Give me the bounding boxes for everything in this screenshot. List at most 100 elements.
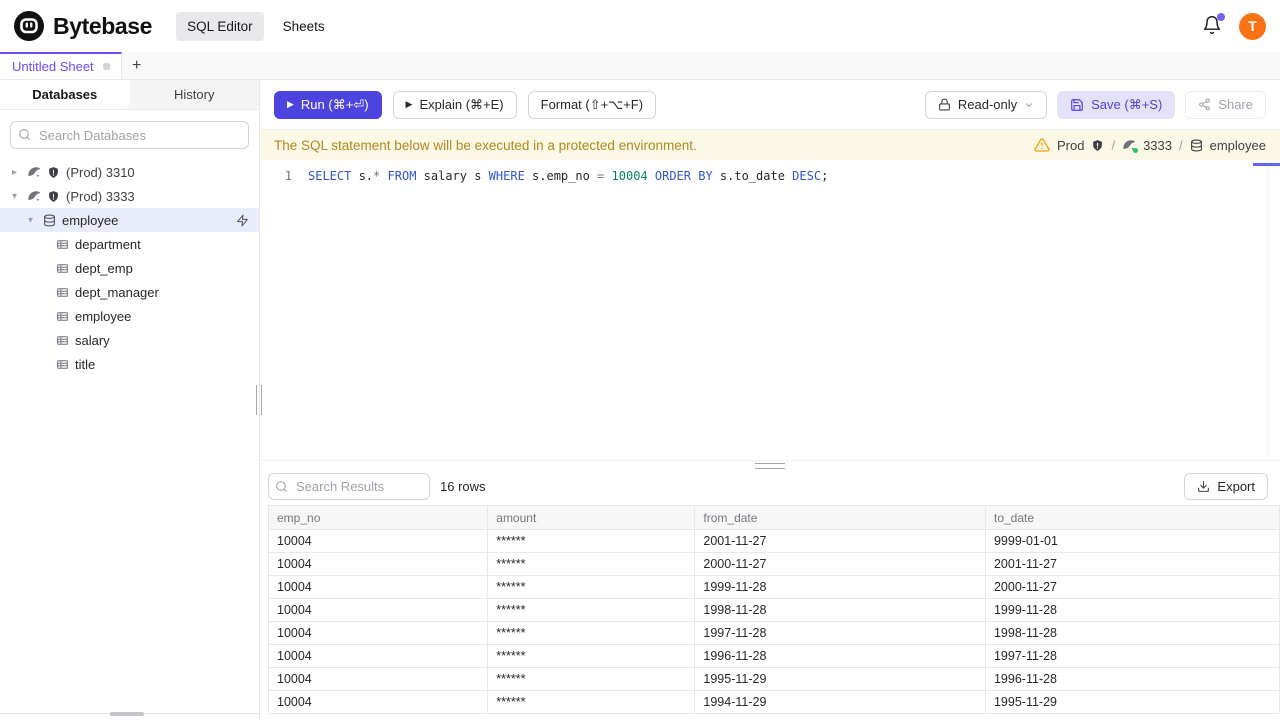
export-button[interactable]: Export bbox=[1184, 473, 1268, 500]
column-header[interactable]: amount bbox=[487, 505, 696, 530]
editor-toolbar: ▶ Run (⌘+⏎) ▶ Explain (⌘+E) Format (⇧+⌥+… bbox=[260, 80, 1280, 130]
chevron-down-icon[interactable]: ▾ bbox=[8, 191, 21, 202]
database-icon bbox=[1190, 139, 1203, 152]
new-sheet-button[interactable]: + bbox=[122, 52, 152, 79]
table-row[interactable]: 10004 ****** 1998-11-28 1999-11-28 bbox=[267, 598, 1280, 622]
sidebar-item-instance-3310[interactable]: ▸ (Prod) 3310 bbox=[0, 160, 259, 184]
editor-overview-mark bbox=[1253, 163, 1280, 166]
breadcrumb-separator: / bbox=[1179, 137, 1183, 153]
table-label: dept_emp bbox=[75, 260, 133, 276]
banner-message: The SQL statement below will be executed… bbox=[274, 137, 697, 153]
results-search bbox=[268, 473, 430, 500]
share-button[interactable]: Share bbox=[1185, 90, 1266, 119]
chevron-right-icon[interactable]: ▸ bbox=[8, 167, 21, 178]
table-label: employee bbox=[75, 308, 132, 324]
play-icon: ▶ bbox=[287, 99, 294, 109]
table-cell: 2001-11-27 bbox=[984, 552, 1280, 576]
instance-label[interactable]: 3333 bbox=[1143, 138, 1172, 153]
notifications-button[interactable] bbox=[1200, 12, 1225, 40]
table-cell: 10004 bbox=[267, 690, 489, 714]
table-cell: 10004 bbox=[267, 529, 489, 553]
database-search bbox=[10, 121, 249, 149]
breadcrumb-separator: / bbox=[1111, 137, 1116, 153]
table-cell: 2000-11-27 bbox=[984, 575, 1280, 599]
sidebar-item-table[interactable]: salary bbox=[0, 328, 259, 352]
panel-resize-handle[interactable] bbox=[260, 460, 1280, 469]
editor-ruler-divider bbox=[1267, 160, 1268, 460]
table-cell: 10004 bbox=[267, 644, 489, 668]
tab-history[interactable]: History bbox=[130, 80, 260, 109]
toolbar-right: Read-only Save (⌘+S) Share bbox=[924, 90, 1266, 119]
table-cell: 10004 bbox=[267, 575, 489, 599]
database-label[interactable]: employee bbox=[1210, 138, 1266, 153]
toolbar-left: ▶ Run (⌘+⏎) ▶ Explain (⌘+E) Format (⇧+⌥+… bbox=[274, 90, 657, 119]
nav-sheets[interactable]: Sheets bbox=[283, 19, 325, 34]
run-button[interactable]: ▶ Run (⌘+⏎) bbox=[274, 90, 382, 119]
sidebar-item-table[interactable]: dept_emp bbox=[0, 256, 259, 280]
table-row[interactable]: 10004 ****** 2000-11-27 2001-11-27 bbox=[267, 552, 1280, 576]
sql-editor[interactable]: 1 SELECT s.* FROM salary s WHERE s.emp_n… bbox=[260, 160, 1280, 460]
lock-icon bbox=[938, 98, 951, 111]
sidebar-resize-handle[interactable] bbox=[256, 385, 262, 415]
search-databases-input[interactable] bbox=[10, 121, 249, 149]
table-cell: ****** bbox=[487, 621, 696, 645]
sidebar-item-table[interactable]: title bbox=[0, 352, 259, 376]
table-row[interactable]: 10004 ****** 1994-11-29 1995-11-29 bbox=[267, 690, 1280, 714]
table-icon bbox=[56, 358, 69, 371]
unsaved-indicator bbox=[102, 63, 110, 70]
sidebar-hscrollbar-thumb[interactable] bbox=[110, 712, 144, 716]
tab-untitled-sheet[interactable]: Untitled Sheet bbox=[0, 52, 122, 79]
row-count: 16 rows bbox=[440, 479, 486, 494]
avatar[interactable]: T bbox=[1239, 12, 1266, 40]
shield-icon bbox=[47, 166, 60, 179]
table-cell: 10004 bbox=[267, 598, 489, 622]
topbar: Bytebase SQL Editor Sheets T bbox=[0, 0, 1280, 52]
sidebar-item-table[interactable]: dept_manager bbox=[0, 280, 259, 304]
table-row[interactable]: 10004 ****** 1995-11-29 1996-11-28 bbox=[267, 667, 1280, 691]
format-button[interactable]: Format (⇧+⌥+F) bbox=[527, 90, 657, 119]
table-row[interactable]: 10004 ****** 1997-11-28 1998-11-28 bbox=[267, 621, 1280, 645]
play-icon: ▶ bbox=[405, 99, 413, 109]
warning-icon bbox=[1034, 137, 1050, 153]
table-cell: 1995-11-29 bbox=[694, 667, 986, 691]
column-header[interactable]: emp_no bbox=[267, 505, 489, 530]
bytebase-logo[interactable]: Bytebase bbox=[14, 11, 152, 41]
chevron-down-icon[interactable]: ▾ bbox=[24, 215, 37, 226]
environment-label: Prod bbox=[1056, 137, 1085, 153]
search-icon bbox=[18, 128, 31, 141]
table-row[interactable]: 10004 ****** 1996-11-28 1997-11-28 bbox=[267, 644, 1280, 668]
app-body: Databases History ▸ bbox=[0, 80, 1280, 720]
sidebar-item-table[interactable]: department bbox=[0, 232, 259, 256]
download-icon bbox=[1197, 480, 1210, 493]
tab-databases[interactable]: Databases bbox=[0, 80, 130, 109]
table-cell: ****** bbox=[487, 598, 696, 622]
sidebar-item-database-employee[interactable]: ▾ employee bbox=[0, 208, 259, 232]
table-cell: 1997-11-28 bbox=[694, 621, 986, 645]
results-panel: 16 rows Export emp_noamountfrom_dateto_d… bbox=[260, 468, 1280, 720]
nav-sql-editor[interactable]: SQL Editor bbox=[176, 11, 264, 41]
table-cell: 10004 bbox=[267, 667, 489, 691]
quick-action-button[interactable] bbox=[236, 214, 249, 227]
notification-dot bbox=[1217, 12, 1225, 21]
sidebar-item-instance-3333[interactable]: ▾ (Prod) 3333 bbox=[0, 184, 259, 208]
table-icon bbox=[56, 262, 69, 275]
results-table-body: 10004 ****** 2001-11-27 9999-01-01 10004 ****… bbox=[267, 529, 1280, 714]
table-row[interactable]: 10004 ****** 2001-11-27 9999-01-01 bbox=[267, 529, 1280, 553]
table-cell: 1997-11-28 bbox=[984, 644, 1280, 668]
search-results-input[interactable] bbox=[268, 473, 430, 500]
table-row[interactable]: 10004 ****** 1999-11-28 2000-11-27 bbox=[267, 575, 1280, 599]
brand-name: Bytebase bbox=[53, 12, 153, 39]
mysql-instance-icon bbox=[1122, 138, 1139, 153]
column-header[interactable]: to_date bbox=[984, 505, 1280, 530]
sidebar-item-table[interactable]: employee bbox=[0, 304, 259, 328]
bytebase-logo-icon bbox=[14, 11, 44, 41]
save-button[interactable]: Save (⌘+S) bbox=[1057, 90, 1176, 119]
readonly-mode-dropdown[interactable]: Read-only bbox=[924, 90, 1048, 119]
shield-icon bbox=[1091, 139, 1104, 152]
column-header[interactable]: from_date bbox=[694, 505, 986, 530]
chevron-down-icon bbox=[1024, 100, 1034, 110]
explain-button[interactable]: ▶ Explain (⌘+E) bbox=[392, 90, 517, 119]
sheet-tab-strip: Untitled Sheet + bbox=[0, 52, 1280, 80]
table-cell: 1994-11-29 bbox=[694, 690, 986, 714]
table-icon bbox=[56, 310, 69, 323]
